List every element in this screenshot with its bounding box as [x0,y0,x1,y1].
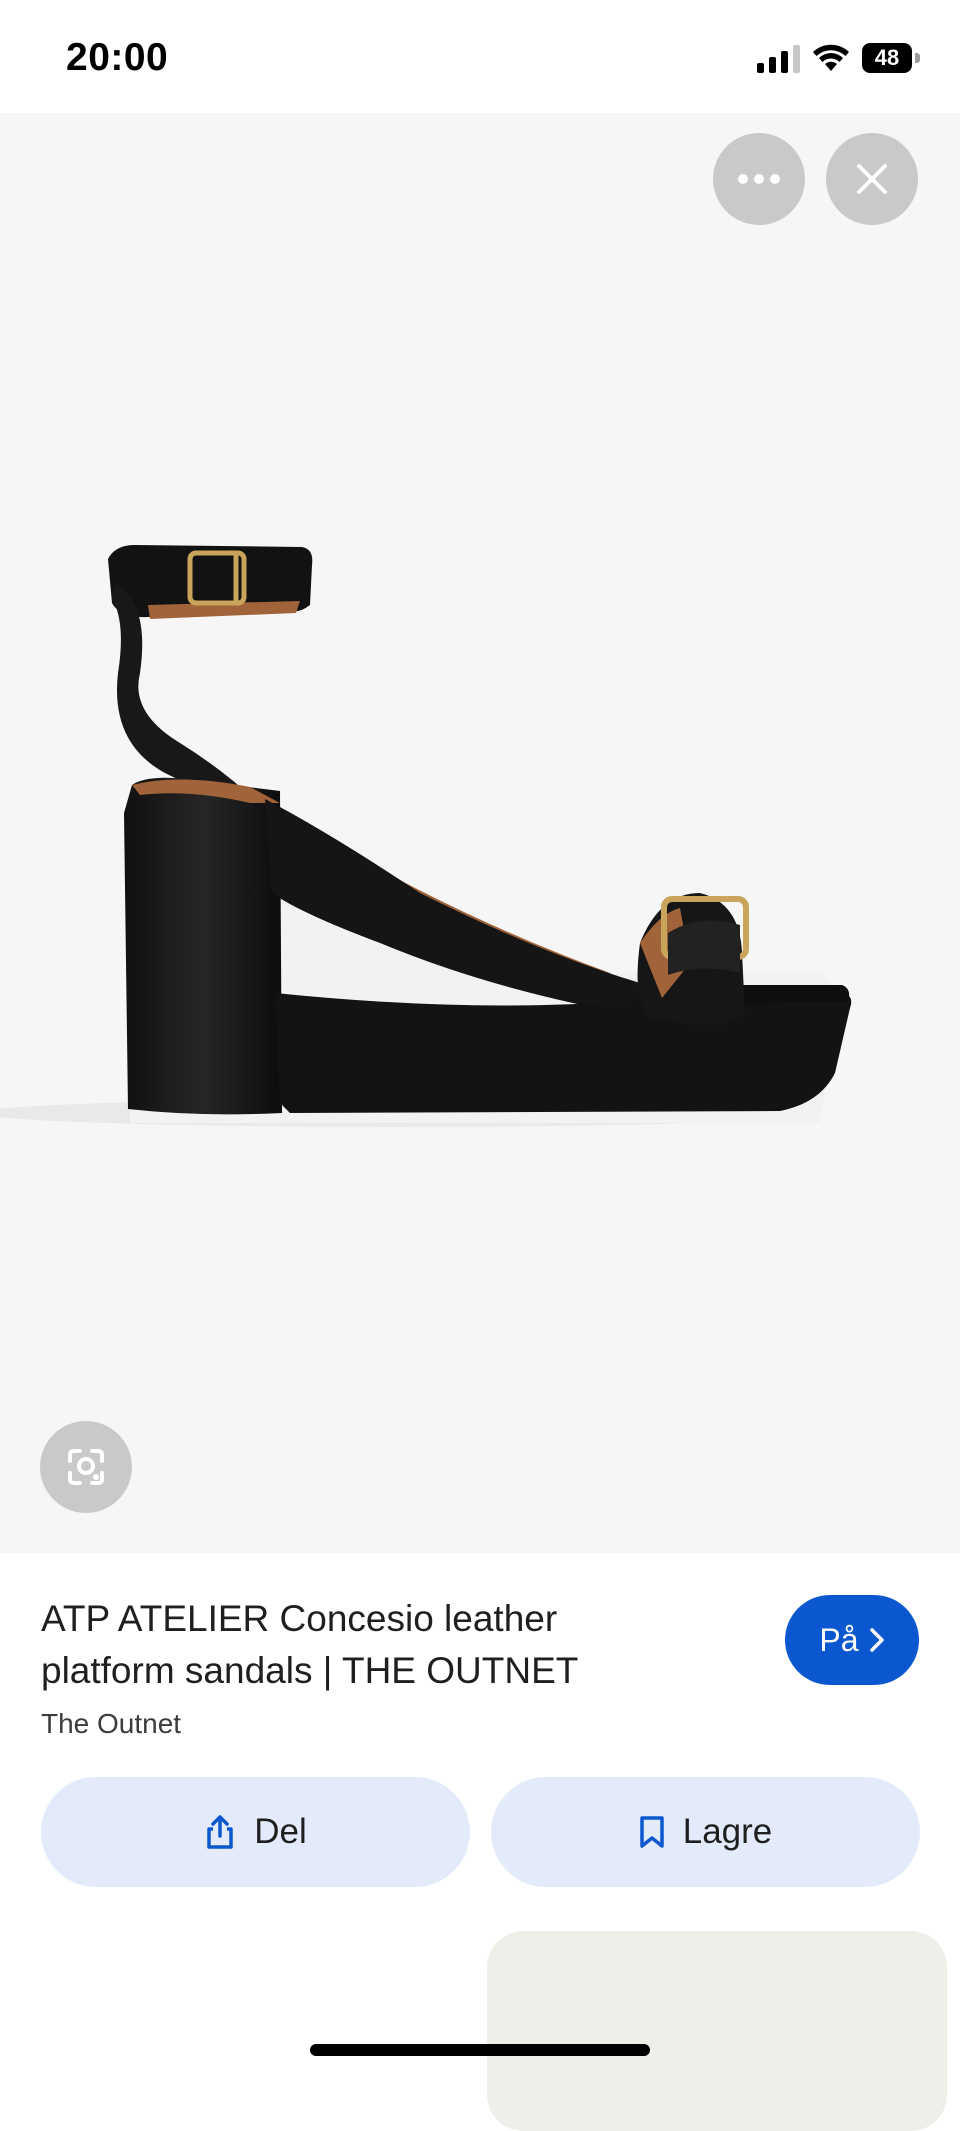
wifi-icon [813,44,849,71]
product-info-panel: ATP ATELIER Concesio leather platform sa… [0,1553,960,2131]
more-options-button[interactable] [713,133,805,225]
home-indicator[interactable] [310,2044,650,2056]
save-button[interactable]: Lagre [491,1777,920,1887]
chevron-right-icon [869,1628,884,1652]
bookmark-icon [639,1816,664,1848]
status-time: 20:00 [66,36,169,79]
share-label: Del [254,1812,307,1851]
related-result-card[interactable] [487,1931,947,2131]
lens-search-icon [68,1449,104,1485]
status-bar: 20:00 48 [0,0,960,113]
share-button[interactable]: Del [41,1777,470,1887]
product-title[interactable]: ATP ATELIER Concesio leather platform sa… [41,1593,661,1697]
save-label: Lagre [682,1812,773,1851]
battery-level: 48 [874,45,900,70]
share-icon [207,1815,233,1849]
visit-label: På [819,1621,859,1658]
product-image-viewer [0,113,960,1553]
cellular-signal-icon [757,43,800,73]
status-icons: 48 [757,40,920,76]
battery-icon: 48 [862,43,920,73]
more-horizontal-icon [738,174,780,184]
close-icon [857,164,887,194]
close-button[interactable] [826,133,918,225]
visit-button[interactable]: På [785,1595,919,1685]
lens-search-button[interactable] [40,1421,132,1513]
product-source: The Outnet [41,1708,182,1739]
product-image [0,545,852,1127]
